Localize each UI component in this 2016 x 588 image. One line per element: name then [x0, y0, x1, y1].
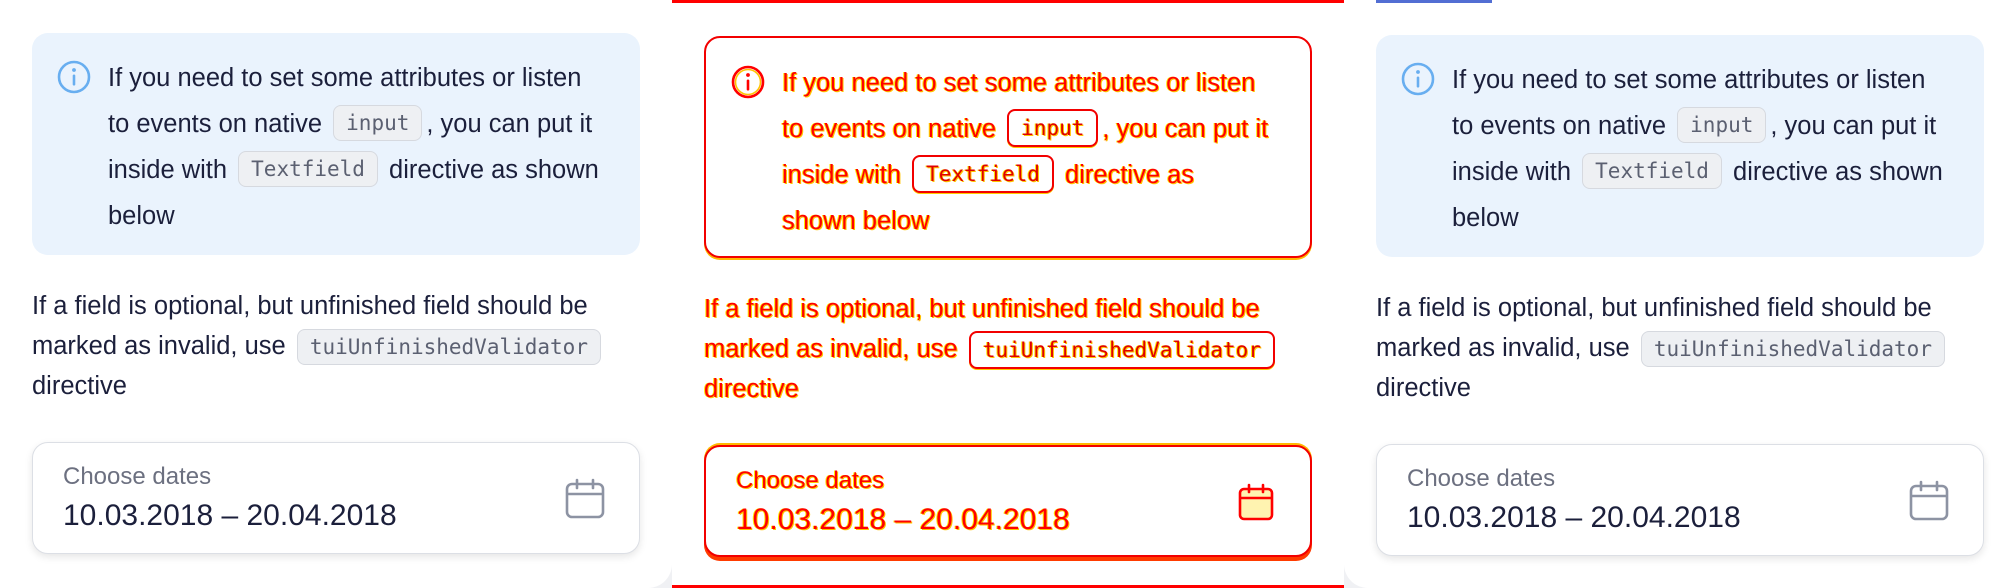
date-range-value[interactable]: 10.03.2018 – 20.04.2018	[1407, 501, 1741, 535]
code-textfield: Textfield	[912, 155, 1054, 193]
code-unfinished-validator: tuiUnfinishedValidator	[296, 329, 601, 365]
code-input: input	[1007, 109, 1099, 147]
info-icon	[1401, 62, 1435, 96]
info-icon	[57, 60, 91, 94]
info-icon	[731, 65, 765, 99]
notice-text: If you need to set some attributes or li…	[782, 69, 1269, 235]
calendar-icon[interactable]	[1907, 479, 1951, 523]
calendar-icon[interactable]	[1234, 481, 1278, 525]
calendar-icon[interactable]	[563, 477, 607, 521]
description-paragraph: If a field is optional, but unfinished f…	[32, 286, 652, 406]
preview-panel-right: If you need to set some attributes or li…	[1344, 0, 2016, 588]
notice-text: If you need to set some attributes or li…	[1452, 66, 1943, 232]
info-notice: If you need to set some attributes or li…	[704, 36, 1312, 258]
diff-panel: If you need to set some attributes or li…	[672, 0, 1344, 588]
code-unfinished-validator: tuiUnfinishedValidator	[1640, 331, 1945, 367]
notice-text: If you need to set some attributes or li…	[108, 64, 599, 230]
date-range-input[interactable]: Choose dates 10.03.2018 – 20.04.2018	[1376, 444, 1984, 556]
info-notice: If you need to set some attributes or li…	[1376, 35, 1984, 257]
date-range-value[interactable]: 10.03.2018 – 20.04.2018	[736, 503, 1070, 537]
code-input: input	[1677, 107, 1767, 143]
date-range-label: Choose dates	[1407, 465, 1556, 492]
active-tab-indicator	[1376, 0, 1492, 3]
code-unfinished-validator: tuiUnfinishedValidator	[968, 331, 1275, 369]
info-notice: If you need to set some attributes or li…	[32, 33, 640, 255]
code-textfield: Textfield	[1582, 153, 1722, 189]
code-textfield: Textfield	[238, 151, 378, 187]
date-range-value[interactable]: 10.03.2018 – 20.04.2018	[63, 499, 397, 533]
date-range-label: Choose dates	[63, 463, 212, 490]
date-range-input[interactable]: Choose dates 10.03.2018 – 20.04.2018	[704, 445, 1312, 557]
date-range-label: Choose dates	[736, 467, 885, 494]
description-paragraph: If a field is optional, but unfinished f…	[704, 289, 1324, 409]
date-range-input[interactable]: Choose dates 10.03.2018 – 20.04.2018	[32, 442, 640, 554]
preview-panel-left: If you need to set some attributes or li…	[0, 0, 672, 588]
code-input: input	[333, 105, 423, 141]
description-paragraph: If a field is optional, but unfinished f…	[1376, 288, 1996, 408]
